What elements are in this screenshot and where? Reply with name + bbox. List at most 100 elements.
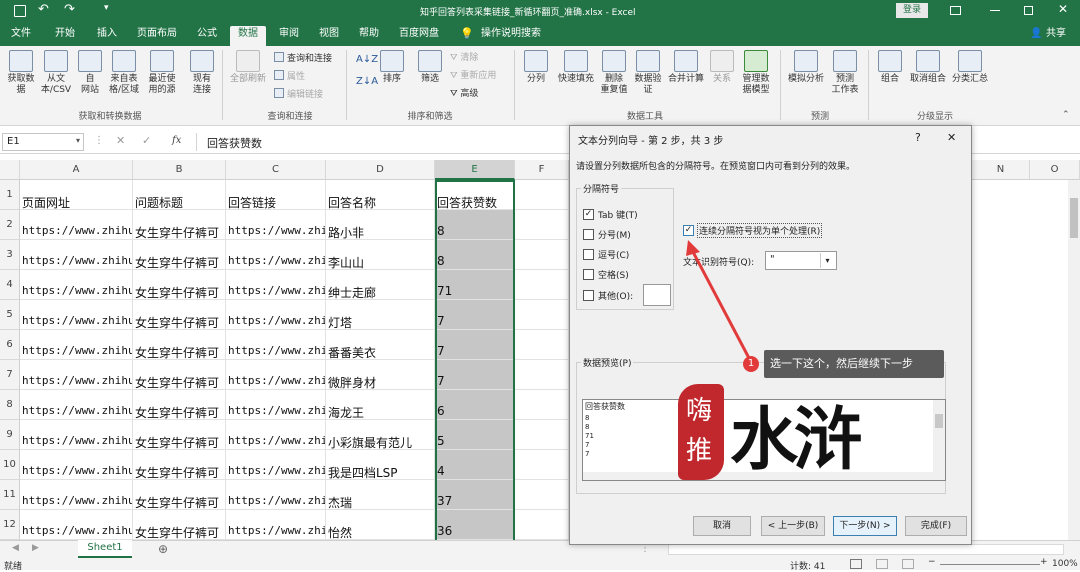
properties-button[interactable]: 属性 bbox=[274, 70, 305, 83]
subtotal-button[interactable]: 分类汇总 bbox=[950, 50, 990, 85]
normal-view-icon[interactable] bbox=[850, 559, 862, 569]
add-sheet-icon[interactable]: ⊕ bbox=[158, 542, 168, 556]
cell-b[interactable]: 女生穿牛仔裤可 bbox=[133, 210, 226, 240]
column-header-a[interactable]: A bbox=[20, 160, 133, 180]
row-header[interactable]: 10 bbox=[0, 450, 20, 480]
forecast-sheet-button[interactable]: 预测 工作表 bbox=[828, 50, 862, 96]
column-header-n[interactable]: N bbox=[972, 160, 1030, 180]
cell-a[interactable]: https://www.zhihu bbox=[20, 420, 133, 450]
cell-c[interactable]: https://www.zhil bbox=[226, 210, 326, 240]
row-header[interactable]: 4 bbox=[0, 270, 20, 300]
cell-d[interactable]: 路小非 bbox=[326, 210, 435, 240]
cell-b[interactable]: 女生穿牛仔裤可 bbox=[133, 240, 226, 270]
queries-connections-button[interactable]: 查询和连接 bbox=[274, 52, 332, 65]
cell-c[interactable]: https://www.zhil bbox=[226, 480, 326, 510]
cancel-button[interactable]: 取消 bbox=[693, 516, 751, 536]
zoom-level[interactable]: 100% bbox=[1052, 559, 1078, 569]
reapply-button[interactable]: ⛛ 重新应用 bbox=[450, 70, 496, 82]
confirm-entry-icon[interactable]: ✓ bbox=[142, 134, 151, 147]
minimize-icon[interactable] bbox=[990, 10, 1000, 11]
recent-sources-button[interactable]: 最近使 用的源 bbox=[144, 50, 180, 96]
tab-review[interactable]: 审阅 bbox=[274, 26, 304, 46]
close-icon[interactable]: ✕ bbox=[947, 131, 956, 144]
cell-c[interactable]: https://www.zhil bbox=[226, 510, 326, 540]
tab-home[interactable]: 开始 bbox=[50, 26, 80, 46]
comma-checkbox[interactable] bbox=[583, 249, 594, 260]
cell-f[interactable] bbox=[515, 180, 569, 210]
ungroup-button[interactable]: 取消组合 bbox=[906, 50, 950, 85]
get-data-button[interactable]: 获取数 据 bbox=[4, 50, 38, 96]
column-header-f[interactable]: F bbox=[515, 160, 569, 180]
other-checkbox[interactable] bbox=[583, 290, 594, 301]
cell-c[interactable]: https://www.zhil bbox=[226, 240, 326, 270]
cell-c[interactable]: https://www.zhil bbox=[226, 390, 326, 420]
next-sheet-icon[interactable]: ▶ bbox=[32, 543, 39, 553]
cell-d[interactable]: 小彩旗最有范儿 bbox=[326, 420, 435, 450]
cell-d[interactable]: 怡然 bbox=[326, 510, 435, 540]
close-window-icon[interactable]: ✕ bbox=[1058, 2, 1068, 16]
cell-d[interactable]: 番番美衣 bbox=[326, 330, 435, 360]
cell-a[interactable]: https://www.zhihu bbox=[20, 390, 133, 420]
cell-a[interactable]: https://www.zhihu bbox=[20, 270, 133, 300]
row-header[interactable]: 7 bbox=[0, 360, 20, 390]
cell-c[interactable]: https://www.zhil bbox=[226, 270, 326, 300]
existing-connections-button[interactable]: 现有 连接 bbox=[186, 50, 218, 96]
space-checkbox[interactable] bbox=[583, 269, 594, 280]
cell-f[interactable] bbox=[515, 240, 569, 270]
undo-icon[interactable]: ↶ bbox=[38, 2, 49, 17]
sort-az-icon[interactable]: A↓Z bbox=[356, 54, 378, 66]
tab-insert[interactable]: 插入 bbox=[92, 26, 122, 46]
next-button[interactable]: 下一步(N) > bbox=[833, 516, 897, 536]
page-break-view-icon[interactable] bbox=[902, 559, 914, 569]
text-qualifier-select[interactable]: " ▾ bbox=[765, 251, 837, 270]
cell-f[interactable] bbox=[515, 330, 569, 360]
share-button[interactable]: 共享 bbox=[1042, 26, 1070, 46]
cell-a[interactable]: https://www.zhihu bbox=[20, 300, 133, 330]
row-header[interactable]: 6 bbox=[0, 330, 20, 360]
page-layout-view-icon[interactable] bbox=[876, 559, 888, 569]
consolidate-button[interactable]: 合并计算 bbox=[666, 50, 706, 85]
remove-duplicates-button[interactable]: 删除 重复值 bbox=[598, 50, 630, 96]
row-header[interactable]: 2 bbox=[0, 210, 20, 240]
cell-b[interactable]: 女生穿牛仔裤可 bbox=[133, 480, 226, 510]
sort-za-icon[interactable]: Z↓A bbox=[356, 76, 378, 88]
login-button[interactable]: 登录 bbox=[896, 3, 928, 18]
tab-help[interactable]: 帮助 bbox=[354, 26, 384, 46]
edit-links-button[interactable]: 编辑链接 bbox=[274, 88, 323, 101]
prev-sheet-icon[interactable]: ◀ bbox=[12, 543, 19, 553]
column-header-o[interactable]: O bbox=[1030, 160, 1080, 180]
cell-f[interactable] bbox=[515, 510, 569, 540]
text-to-columns-button[interactable]: 分列 bbox=[520, 50, 552, 85]
insert-function-icon[interactable]: fx bbox=[172, 135, 181, 146]
cell-f[interactable] bbox=[515, 480, 569, 510]
cell-b[interactable]: 女生穿牛仔裤可 bbox=[133, 300, 226, 330]
column-header-d[interactable]: D bbox=[326, 160, 435, 180]
preview-scrollbar[interactable] bbox=[933, 400, 945, 480]
what-if-analysis-button[interactable]: 模拟分析 bbox=[784, 50, 828, 85]
formula-input[interactable]: 回答获赞数 bbox=[196, 133, 568, 151]
cell-d[interactable]: 海龙王 bbox=[326, 390, 435, 420]
cell-c[interactable]: https://www.zhil bbox=[226, 300, 326, 330]
from-web-button[interactable]: 自 网站 bbox=[76, 50, 104, 96]
cell-a[interactable]: https://www.zhihu bbox=[20, 510, 133, 540]
tab-file[interactable]: 文件 bbox=[6, 26, 36, 46]
cell-f[interactable] bbox=[515, 360, 569, 390]
vertical-scrollbar[interactable] bbox=[1068, 180, 1080, 540]
tab-baidu-netdisk[interactable]: 百度网盘 bbox=[396, 26, 442, 46]
cell-c[interactable]: https://www.zhil bbox=[226, 330, 326, 360]
refresh-all-button[interactable]: 全部刷新 bbox=[228, 50, 268, 85]
cell-d[interactable]: 杰瑞 bbox=[326, 480, 435, 510]
ribbon-display-icon[interactable] bbox=[950, 6, 961, 15]
cell-b[interactable]: 女生穿牛仔裤可 bbox=[133, 270, 226, 300]
zoom-in-icon[interactable]: + bbox=[1040, 557, 1048, 567]
data-validation-button[interactable]: 数据验 证 bbox=[632, 50, 664, 96]
cell-a[interactable]: https://www.zhihu bbox=[20, 360, 133, 390]
cell-f[interactable] bbox=[515, 450, 569, 480]
customize-qat-icon[interactable]: ▾ bbox=[104, 3, 109, 13]
cell-b[interactable]: 问题标题 bbox=[133, 180, 226, 210]
back-button[interactable]: < 上一步(B) bbox=[761, 516, 825, 536]
cell-d[interactable]: 绅士走廊 bbox=[326, 270, 435, 300]
column-header-e[interactable]: E bbox=[435, 160, 515, 180]
cell-b[interactable]: 女生穿牛仔裤可 bbox=[133, 450, 226, 480]
tab-formulas[interactable]: 公式 bbox=[192, 26, 222, 46]
